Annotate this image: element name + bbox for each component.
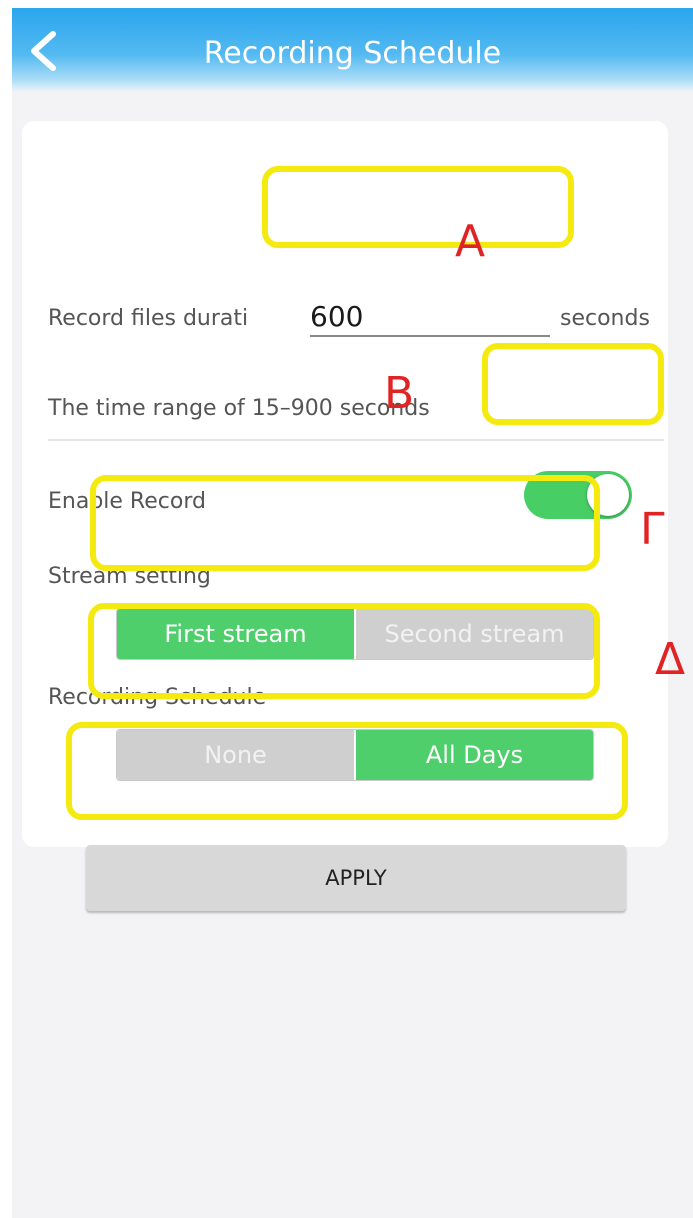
annotation-d: Δ <box>655 634 686 685</box>
screen: Recording Schedule Record files durati s… <box>12 8 693 1218</box>
page-title: Recording Schedule <box>203 36 502 71</box>
second-stream-option[interactable]: Second stream <box>356 609 593 659</box>
duration-input[interactable] <box>310 297 550 337</box>
app-header: Recording Schedule <box>12 8 693 92</box>
toggle-knob <box>587 474 629 516</box>
enable-record-label: Enable Record <box>48 489 206 514</box>
schedule-segmented-control: None All Days <box>116 729 594 781</box>
duration-unit-label: seconds <box>560 306 650 331</box>
first-stream-option[interactable]: First stream <box>117 609 354 659</box>
annotation-g: Γ <box>640 504 665 555</box>
enable-record-toggle[interactable] <box>524 471 632 519</box>
recording-schedule-label: Recording Schedule <box>48 685 267 710</box>
settings-card: Record files durati seconds The time ran… <box>22 121 668 911</box>
all-days-option[interactable]: All Days <box>356 730 593 780</box>
stream-segmented-control: First stream Second stream <box>116 608 594 660</box>
duration-range-hint: The time range of 15–900 seconds <box>48 396 430 421</box>
section-divider <box>48 439 664 441</box>
duration-label: Record files durati <box>48 306 249 331</box>
annotation-b: B <box>384 368 415 419</box>
stream-setting-label: Stream setting <box>48 564 211 589</box>
none-option[interactable]: None <box>117 730 354 780</box>
annotation-a: A <box>455 216 486 267</box>
apply-button[interactable]: APPLY <box>86 845 626 911</box>
